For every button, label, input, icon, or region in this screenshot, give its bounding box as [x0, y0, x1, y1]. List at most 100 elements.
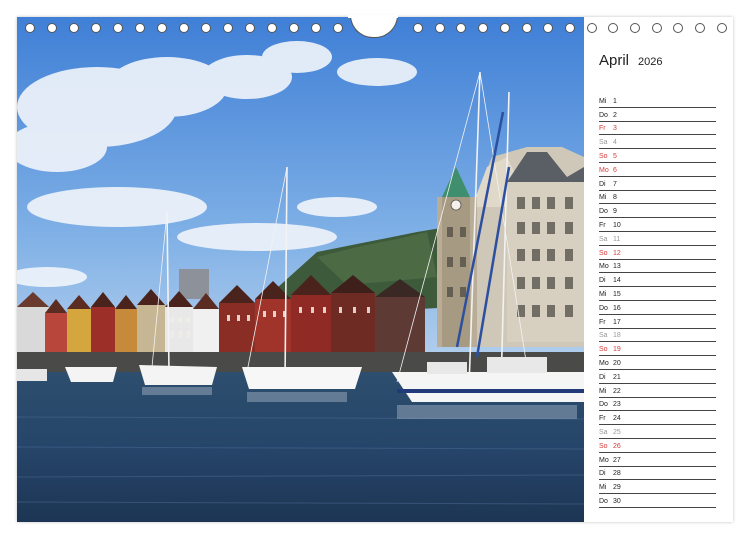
weekday-label: Di: [599, 180, 606, 188]
weekday-label: Sa: [599, 332, 608, 340]
day-number: 21: [613, 373, 621, 381]
day-number: 9: [613, 208, 617, 216]
weekday-label: Sa: [599, 428, 608, 436]
day-row: Mi 8: [599, 191, 716, 205]
binding-hole: [651, 23, 662, 33]
day-number: 20: [613, 359, 621, 367]
day-number: 29: [613, 484, 621, 492]
weekday-label: Do: [599, 208, 608, 216]
day-number: 2: [613, 111, 617, 119]
binding-hole: [135, 23, 145, 33]
day-row: Di 7: [599, 177, 716, 191]
binding-hole: [333, 23, 343, 33]
binding-hole: [564, 23, 575, 33]
binding-hole: [521, 23, 532, 33]
calendar-month-panel: April 2026 Mi 1 Do 2 Fr 3 Sa 4 So 5 Mo 6 Di 7 Mi 8 Do 9 Fr…: [599, 49, 719, 508]
day-number: 1: [613, 97, 617, 105]
binding-hole: [69, 23, 79, 33]
binding-hole: [695, 23, 706, 33]
day-row: Mo 20: [599, 356, 716, 370]
weekday-label: Fr: [599, 125, 606, 133]
day-row: Sa 25: [599, 425, 716, 439]
day-row: Di 21: [599, 370, 716, 384]
weekday-label: Di: [599, 277, 606, 285]
binding-hole: [91, 23, 101, 33]
binding-hole: [434, 23, 445, 33]
day-row: Mo 6: [599, 163, 716, 177]
day-list: Mi 1 Do 2 Fr 3 Sa 4 So 5 Mo 6 Di 7 Mi 8 Do 9 Fr 10 Sa 11 So 12 M…: [599, 94, 716, 508]
day-number: 19: [613, 346, 621, 354]
weekday-label: Sa: [599, 139, 608, 147]
weekday-label: Mo: [599, 263, 609, 271]
day-number: 5: [613, 152, 617, 160]
weekday-label: Mo: [599, 166, 609, 174]
day-row: Do 30: [599, 494, 716, 508]
day-row: Sa 11: [599, 232, 716, 246]
weekday-label: Mi: [599, 97, 607, 105]
binding-hole: [716, 23, 727, 33]
day-number: 14: [613, 277, 621, 285]
day-number: 30: [613, 497, 621, 505]
weekday-label: Mi: [599, 387, 607, 395]
weekday-label: So: [599, 249, 608, 257]
day-number: 8: [613, 194, 617, 202]
weekday-label: Do: [599, 497, 608, 505]
day-number: 16: [613, 304, 621, 312]
binding-hole: [267, 23, 277, 33]
day-number: 27: [613, 456, 621, 464]
calendar-header: April 2026: [599, 49, 719, 79]
binding-hole: [608, 23, 619, 33]
binding-hole: [179, 23, 189, 33]
day-row: Mi 29: [599, 480, 716, 495]
day-row: Do 9: [599, 204, 716, 219]
day-row: Di 28: [599, 467, 716, 481]
weekday-label: So: [599, 346, 608, 354]
weekday-label: Mi: [599, 290, 607, 298]
day-number: 10: [613, 221, 621, 229]
day-row: Fr 3: [599, 122, 716, 136]
day-row: Mo 13: [599, 260, 716, 274]
day-number: 12: [613, 249, 621, 257]
day-number: 22: [613, 387, 621, 395]
binding-hole: [630, 23, 640, 33]
day-row: Mo 27: [599, 453, 716, 467]
binding-hole: [586, 23, 597, 33]
day-number: 24: [613, 415, 621, 423]
weekday-label: Mi: [599, 194, 607, 202]
binding-hole: [157, 23, 167, 33]
day-number: 26: [613, 442, 621, 450]
calendar-page: April 2026 Mi 1 Do 2 Fr 3 Sa 4 So 5 Mo 6 Di 7 Mi 8 Do 9 Fr…: [17, 15, 733, 522]
day-row: So 26: [599, 439, 716, 453]
day-row: Sa 18: [599, 329, 716, 343]
day-row: Do 23: [599, 398, 716, 412]
weekday-label: So: [599, 152, 608, 160]
binding-hole: [478, 23, 489, 33]
day-number: 15: [613, 290, 621, 298]
binding-hole: [673, 23, 684, 33]
weekday-label: Di: [599, 470, 606, 478]
day-row: Di 14: [599, 273, 716, 288]
weekday-label: Fr: [599, 415, 606, 423]
day-row: So 5: [599, 149, 716, 163]
binding-hole: [201, 23, 211, 33]
day-row: Fr 10: [599, 218, 716, 232]
day-row: So 12: [599, 246, 716, 260]
binding-hole: [113, 23, 123, 33]
harbor-photo: [17, 17, 584, 522]
binding-hole: [289, 23, 299, 33]
binding-hole: [245, 23, 255, 33]
day-row: Fr 17: [599, 315, 716, 329]
day-number: 7: [613, 180, 617, 188]
binding-hole: [413, 23, 423, 33]
weekday-label: Mi: [599, 484, 607, 492]
weekday-label: So: [599, 442, 608, 450]
day-number: 13: [613, 263, 621, 271]
binding-hole: [47, 23, 57, 33]
day-number: 28: [613, 470, 621, 478]
day-number: 3: [613, 125, 617, 133]
day-number: 17: [613, 318, 621, 326]
day-row: Do 2: [599, 108, 716, 122]
month-name: April: [599, 52, 630, 69]
weekday-label: Do: [599, 304, 608, 312]
day-row: Mi 15: [599, 287, 716, 301]
